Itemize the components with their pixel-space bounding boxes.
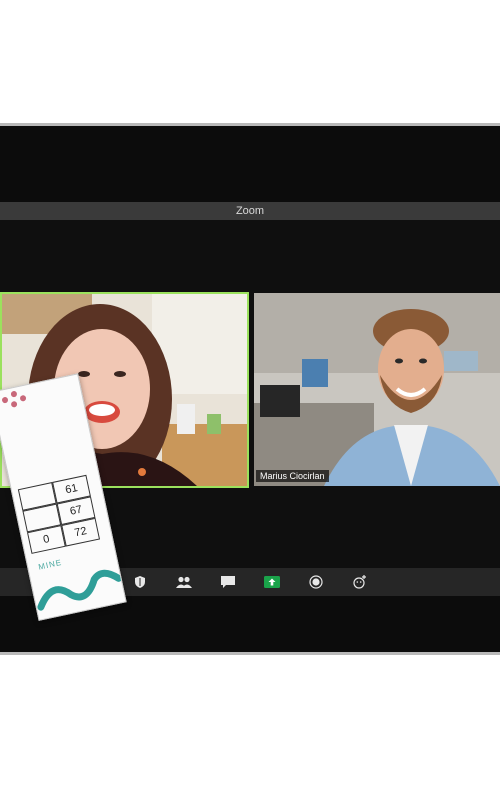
card-word: MINE <box>37 557 63 572</box>
participants-icon[interactable] <box>175 573 193 591</box>
participant-tile-2[interactable]: Marius Ciocirlan <box>254 293 500 486</box>
participant-video-2 <box>254 293 500 486</box>
security-icon[interactable] <box>131 573 149 591</box>
bingo-grid: 61 67 0 72 <box>17 474 101 554</box>
participant-name-label: Marius Ciocirlan <box>256 470 329 482</box>
reactions-icon[interactable] <box>351 573 369 591</box>
chat-icon[interactable] <box>219 573 237 591</box>
window-title: Zoom <box>0 202 500 220</box>
share-screen-icon[interactable] <box>263 573 281 591</box>
record-icon[interactable] <box>307 573 325 591</box>
